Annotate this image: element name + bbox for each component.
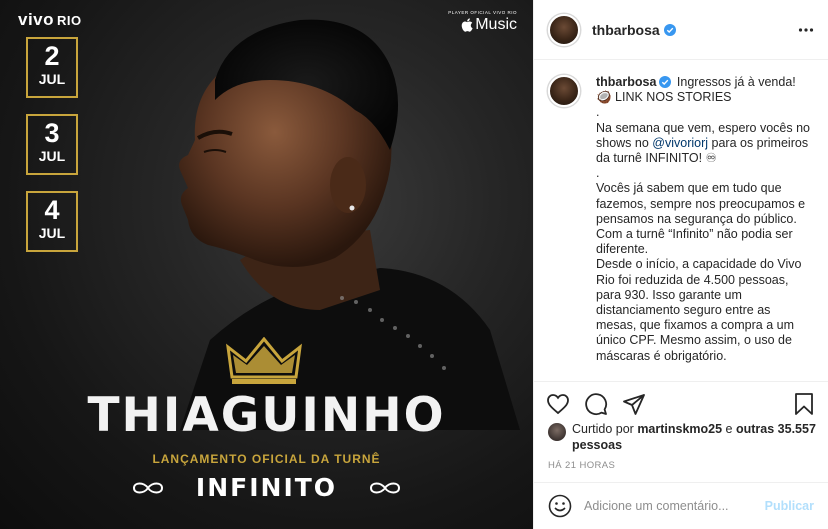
caption-dot: . (596, 166, 600, 181)
comment-icon[interactable] (584, 392, 608, 416)
avatar[interactable] (548, 75, 580, 107)
date-badge-1: 2 JUL (26, 37, 78, 98)
launch-text: LANÇAMENTO OFICIAL DA TURNÊ (152, 452, 381, 466)
add-comment-bar: Publicar (534, 482, 828, 529)
caption-area: thbarbosa Ingressos já à venda! 🥥 LINK N… (534, 61, 828, 381)
header-username[interactable]: thbarbosa (592, 22, 660, 38)
date-badge-2: 3 JUL (26, 114, 78, 175)
brand-rio-text: RIO (57, 13, 82, 28)
tour-title-row: INFINITO (130, 473, 403, 502)
liker-username[interactable]: martinskmo25 (637, 422, 722, 436)
tour-name: INFINITO (195, 473, 338, 502)
liker-avatar[interactable] (548, 423, 566, 441)
more-horizontal-icon[interactable] (798, 22, 814, 38)
post-side-panel: thbarbosa thbarbosa Ingressos já à venda… (533, 0, 828, 529)
comment-input[interactable] (584, 499, 765, 513)
caption-para-3: Desde o início, a capacidade do Vivo Rio… (596, 257, 802, 363)
caption-username[interactable]: thbarbosa (596, 75, 656, 89)
date-month: JUL (38, 148, 66, 164)
publish-button[interactable]: Publicar (765, 499, 814, 513)
caption-para-2: Vocês já sabem que em tudo que fazemos, … (596, 181, 806, 257)
post-timestamp[interactable]: HÁ 21 HORAS (548, 460, 615, 471)
post-image[interactable]: vivo RIO PLAYER OFICIAL VIVO RIO Music 2 … (0, 0, 533, 529)
artist-portrait (179, 19, 520, 430)
vivo-rio-logo: vivo RIO (18, 10, 82, 30)
verified-badge-icon (663, 23, 676, 36)
bookmark-icon[interactable] (792, 392, 816, 416)
brand-vivo-text: vivo (18, 10, 55, 29)
date-month: JUL (38, 71, 66, 87)
artist-name: THIAGUINHO (87, 388, 446, 443)
share-icon[interactable] (622, 392, 646, 416)
heart-icon[interactable] (546, 392, 570, 416)
post-header: thbarbosa (534, 0, 828, 60)
verified-badge-icon (659, 76, 672, 88)
likes-prefix: Curtido por (572, 422, 638, 436)
date-day: 3 (44, 118, 60, 148)
date-day: 2 (44, 41, 60, 71)
avatar[interactable] (548, 13, 580, 46)
likes-summary: Curtido por martinskmo25 e outras 35.557… (548, 421, 818, 453)
date-badge-3: 4 JUL (26, 191, 78, 252)
infinity-icon (132, 482, 164, 493)
mention-link[interactable]: @vivoriorj (652, 136, 708, 150)
date-month: JUL (38, 225, 66, 241)
caption-text: thbarbosa Ingressos já à venda! 🥥 LINK N… (596, 75, 811, 381)
date-day: 4 (44, 195, 60, 225)
crown-icon (226, 337, 302, 384)
emoji-icon[interactable] (548, 494, 572, 518)
action-bar (534, 381, 828, 425)
caption-dot: . (596, 105, 600, 120)
likes-middle: e (722, 422, 736, 436)
infinity-icon (369, 482, 400, 493)
